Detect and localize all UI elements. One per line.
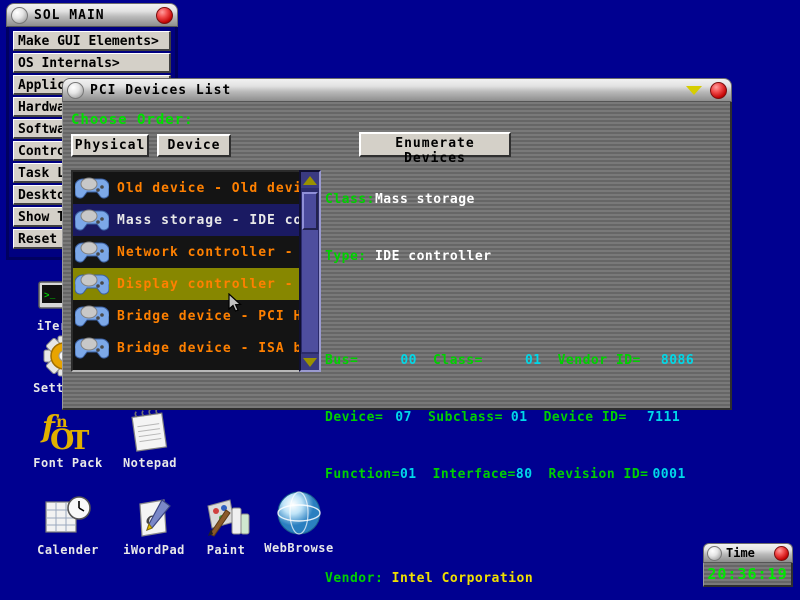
scroll-up-button[interactable] xyxy=(301,172,319,188)
detail-class-key: Class: xyxy=(325,192,375,207)
list-item-label: Bridge device - ISA brid xyxy=(117,340,311,356)
device-details-panel: Class:Mass storage Type: IDE controller … xyxy=(325,152,725,600)
detail-vendorid-value: 8086 xyxy=(660,353,695,368)
list-item-label: Display controller - VGA xyxy=(117,276,311,292)
detail-subclass-value: 01 xyxy=(510,410,528,425)
detail-interface-value: 80 xyxy=(515,467,533,482)
svg-text:>_: >_ xyxy=(44,291,56,301)
svg-text:T: T xyxy=(70,426,90,453)
triangle-up-icon xyxy=(303,175,317,185)
gamepad-icon xyxy=(74,175,110,201)
pci-devices-window: PCI Devices List Choose Order: Physical … xyxy=(62,78,732,586)
pci-window-body: Choose Order: Physical Device Enumerate … xyxy=(62,102,732,586)
detail-bus-line: Bus= 00 Class= 01 Vendor ID= 8086 xyxy=(325,351,725,370)
desktop-icon-calender[interactable]: Calender xyxy=(20,492,116,557)
menu-orb-icon[interactable] xyxy=(707,545,722,561)
list-item-label: Bridge device - PCI Host xyxy=(117,308,311,324)
time-widget-window: Time 20:36:19 xyxy=(703,543,793,587)
detail-deviceid-value: 7111 xyxy=(646,410,681,425)
detail-subclass-key: Subclass= xyxy=(427,410,503,425)
device-order-button[interactable]: Device xyxy=(157,134,231,157)
close-orb-icon[interactable] xyxy=(710,81,727,99)
calendar-icon xyxy=(20,492,116,540)
menu-orb-icon[interactable] xyxy=(11,6,28,24)
list-item[interactable]: Bridge device - PCI Host xyxy=(73,300,311,332)
pci-window-title: PCI Devices List xyxy=(90,82,232,98)
list-item[interactable]: Mass storage - IDE contr xyxy=(73,204,311,236)
detail-vendor-key: Vendor: xyxy=(325,571,392,586)
gamepad-icon xyxy=(74,271,110,297)
detail-interface-key: Interface= xyxy=(432,467,516,482)
detail-class-value: Mass storage xyxy=(374,192,475,207)
triangle-down-icon[interactable] xyxy=(686,85,702,95)
detail-device-key: Device= xyxy=(325,410,384,425)
pci-titlebar[interactable]: PCI Devices List xyxy=(62,78,732,102)
detail-function-line: Function=01 Interface=80 Revision ID= 0001 xyxy=(325,465,725,484)
detail-revision-key: Revision ID= xyxy=(548,467,649,482)
device-list[interactable]: Old device - Old device Mass storage - I… xyxy=(71,170,313,372)
list-item[interactable]: Old device - Old device xyxy=(73,172,311,204)
time-widget-value: 20:36:19 xyxy=(703,563,793,587)
list-item-label: Mass storage - IDE contr xyxy=(117,212,311,228)
detail-deviceid-key: Device ID= xyxy=(543,410,627,425)
gamepad-icon xyxy=(74,207,110,233)
detail-classnum-value: 01 xyxy=(524,353,542,368)
time-widget-title: Time xyxy=(726,546,755,560)
menu-item-make-gui-elements[interactable]: Make GUI Elements> xyxy=(13,31,171,51)
scrollbar-thumb[interactable] xyxy=(302,192,318,230)
gamepad-icon xyxy=(74,303,110,329)
detail-type-line: Type: IDE controller xyxy=(325,247,725,266)
detail-class-line: Class:Mass storage xyxy=(325,190,725,209)
scrollbar-track[interactable] xyxy=(302,230,318,352)
gamepad-icon xyxy=(74,239,110,265)
desktop-icon-notepad[interactable]: Notepad xyxy=(102,405,198,470)
detail-revision-value: 0001 xyxy=(652,467,686,482)
desktop: >_ iTerm Settings xyxy=(0,0,800,600)
time-widget-titlebar[interactable]: Time xyxy=(703,543,793,563)
detail-device-line: Device= 07 Subclass= 01 Device ID= 7111 xyxy=(325,408,725,427)
device-list-scrollbar[interactable] xyxy=(299,170,321,372)
list-item[interactable]: Bridge device - ISA brid xyxy=(73,332,311,364)
detail-function-key: Function= xyxy=(325,467,400,482)
desktop-icon-label: Calender xyxy=(37,543,99,557)
list-item-label: Old device - Old device xyxy=(117,180,311,196)
detail-vendor-line: Vendor: Intel Corporation xyxy=(325,569,725,588)
desktop-icon-label: Notepad xyxy=(122,456,178,470)
mouse-cursor-icon xyxy=(228,292,242,317)
detail-type-key: Type: xyxy=(325,249,375,264)
choose-order-label: Choose Order: xyxy=(71,112,194,128)
triangle-down-icon xyxy=(303,357,317,367)
close-orb-icon[interactable] xyxy=(774,545,789,561)
list-item[interactable]: Network controller - Eth xyxy=(73,236,311,268)
list-item-label: Network controller - Eth xyxy=(117,244,311,260)
scroll-down-button[interactable] xyxy=(301,354,319,370)
detail-function-value: 01 xyxy=(399,467,417,482)
sol-main-titlebar[interactable]: SOL MAIN xyxy=(6,3,178,27)
detail-bus-key: Bus= xyxy=(325,353,359,368)
detail-bus-value: 00 xyxy=(400,353,417,368)
menu-orb-icon[interactable] xyxy=(67,81,84,99)
close-orb-icon[interactable] xyxy=(156,6,173,24)
menu-item-os-internals[interactable]: OS Internals> xyxy=(13,53,171,73)
detail-vendor-value: Intel Corporation xyxy=(391,571,534,586)
detail-classnum-key: Class= xyxy=(432,353,483,368)
notepad-icon xyxy=(102,405,198,453)
list-item[interactable]: Display controller - VGA xyxy=(73,268,311,300)
sol-main-title: SOL MAIN xyxy=(34,7,105,23)
physical-order-button[interactable]: Physical xyxy=(71,134,149,157)
detail-vendorid-key: Vendor ID= xyxy=(557,353,641,368)
detail-device-value: 07 xyxy=(395,410,412,425)
detail-type-value: IDE controller xyxy=(374,249,492,264)
gamepad-icon xyxy=(74,335,110,361)
